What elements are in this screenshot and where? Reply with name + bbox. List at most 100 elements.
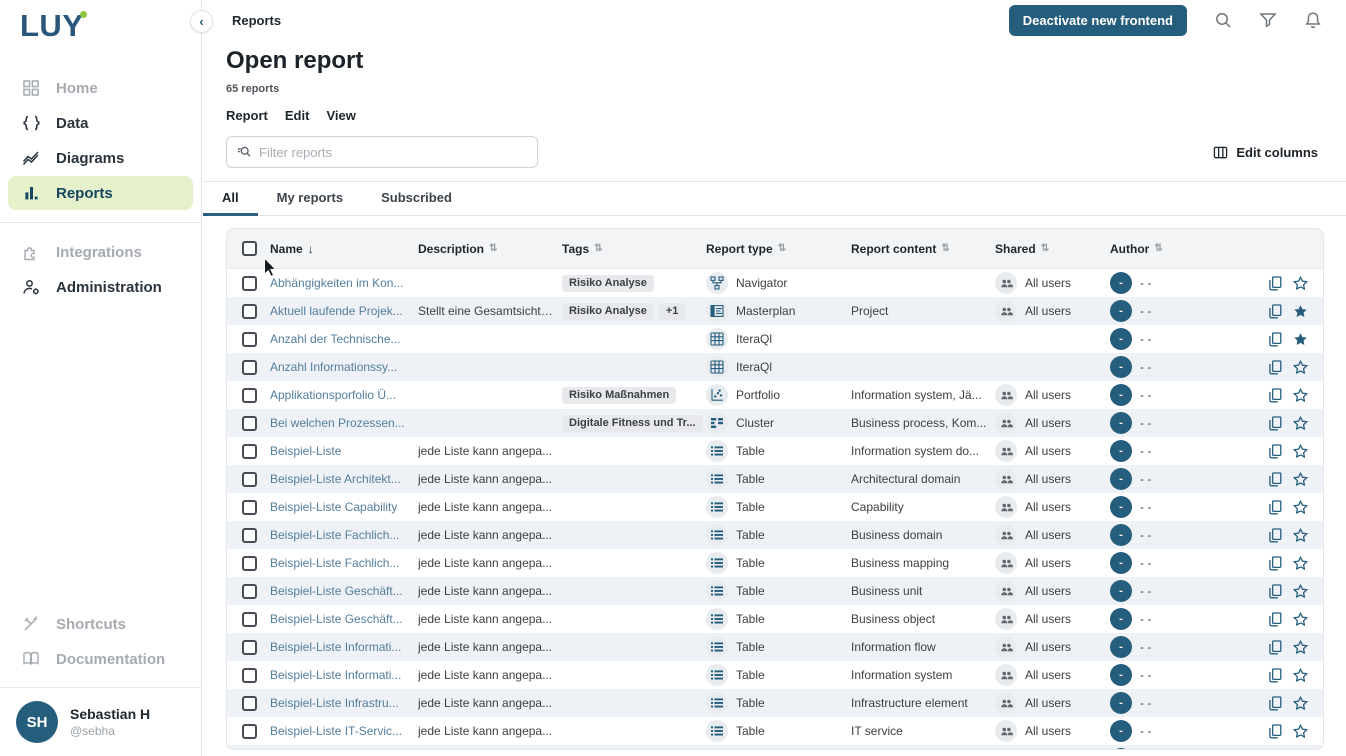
report-name-link[interactable]: Beispiel-Liste	[270, 444, 418, 458]
sidebar-item-home[interactable]: Home	[8, 71, 193, 105]
filter-reports-box[interactable]	[226, 136, 538, 168]
column-header-name[interactable]: Name↓	[270, 242, 418, 256]
row-checkbox[interactable]	[242, 472, 257, 487]
tab-subscribed[interactable]: Subscribed	[362, 182, 471, 216]
star-outline-icon[interactable]	[1293, 528, 1308, 543]
copy-icon[interactable]	[1268, 444, 1282, 459]
star-outline-icon[interactable]	[1293, 724, 1308, 739]
sidebar-item-integrations[interactable]: Integrations	[8, 235, 193, 269]
table-row[interactable]: Beispiel-Liste Geschäft...jede Liste kan…	[227, 577, 1323, 605]
row-checkbox[interactable]	[242, 556, 257, 571]
report-name-link[interactable]: Beispiel-Liste Geschäft...	[270, 612, 418, 626]
report-name-link[interactable]: Beispiel-Liste Geschäft...	[270, 584, 418, 598]
star-outline-icon[interactable]	[1293, 612, 1308, 627]
table-row[interactable]: Beispiel-Liste Fachlich...jede Liste kan…	[227, 549, 1323, 577]
report-name-link[interactable]: Anzahl der Technische...	[270, 332, 418, 346]
report-name-link[interactable]: Aktuell laufende Projek...	[270, 304, 418, 318]
table-row[interactable]: Beispiel-Liste Informati...jede Liste ka…	[227, 633, 1323, 661]
row-checkbox[interactable]	[242, 444, 257, 459]
sidebar-item-reports[interactable]: Reports	[8, 176, 193, 210]
column-header-report-content[interactable]: Report content⇅	[851, 242, 995, 256]
table-row[interactable]: Beispiel-Liste Architekt...jede Liste ka…	[227, 465, 1323, 493]
row-checkbox[interactable]	[242, 332, 257, 347]
filter-icon[interactable]	[1259, 11, 1277, 29]
star-outline-icon[interactable]	[1293, 500, 1308, 515]
row-checkbox[interactable]	[242, 584, 257, 599]
star-outline-icon[interactable]	[1293, 276, 1308, 291]
row-checkbox[interactable]	[242, 388, 257, 403]
column-header-author[interactable]: Author⇅	[1110, 242, 1254, 256]
copy-icon[interactable]	[1268, 388, 1282, 403]
report-name-link[interactable]: Beispiel-Liste Fachlich...	[270, 556, 418, 570]
search-icon[interactable]	[1214, 11, 1232, 29]
report-name-link[interactable]: Beispiel-Liste Architekt...	[270, 472, 418, 486]
table-row[interactable]: Abhängigkeiten im Kon...Risiko AnalyseNa…	[227, 269, 1323, 297]
table-row[interactable]: Applikationsporfolio Ü...Risiko Maßnahme…	[227, 381, 1323, 409]
copy-icon[interactable]	[1268, 472, 1282, 487]
star-outline-icon[interactable]	[1293, 556, 1308, 571]
star-outline-icon[interactable]	[1293, 388, 1308, 403]
report-name-link[interactable]: Beispiel-Liste Informati...	[270, 640, 418, 654]
table-row[interactable]: Beispiel-Liste Informati...jede Liste ka…	[227, 661, 1323, 689]
table-row[interactable]: -- -	[227, 745, 1323, 750]
report-name-link[interactable]: Beispiel-Liste IT-Servic...	[270, 724, 418, 738]
star-outline-icon[interactable]	[1293, 472, 1308, 487]
column-header-description[interactable]: Description⇅	[418, 242, 562, 256]
row-checkbox[interactable]	[242, 696, 257, 711]
row-checkbox[interactable]	[242, 416, 257, 431]
table-row[interactable]: Beispiel-Liste Infrastru...jede Liste ka…	[227, 689, 1323, 717]
user-profile[interactable]: SH Sebastian H @sebha	[0, 687, 201, 756]
star-outline-icon[interactable]	[1293, 360, 1308, 375]
table-row[interactable]: Anzahl Informationssy...IteraQl-- -	[227, 353, 1323, 381]
copy-icon[interactable]	[1268, 276, 1282, 291]
copy-icon[interactable]	[1268, 500, 1282, 515]
table-row[interactable]: Bei welchen Prozessen...Digitale Fitness…	[227, 409, 1323, 437]
report-name-link[interactable]: Bei welchen Prozessen...	[270, 416, 418, 430]
table-row[interactable]: Aktuell laufende Projek...Stellt eine Ge…	[227, 297, 1323, 325]
avatar[interactable]: SH	[16, 701, 58, 743]
copy-icon[interactable]	[1268, 332, 1282, 347]
report-name-link[interactable]: Abhängigkeiten im Kon...	[270, 276, 418, 290]
sidebar-item-shortcuts[interactable]: Shortcuts	[8, 607, 193, 641]
edit-columns-button[interactable]: Edit columns	[1213, 145, 1318, 160]
row-checkbox[interactable]	[242, 528, 257, 543]
copy-icon[interactable]	[1268, 724, 1282, 739]
menu-edit[interactable]: Edit	[285, 108, 310, 123]
copy-icon[interactable]	[1268, 556, 1282, 571]
copy-icon[interactable]	[1268, 304, 1282, 319]
row-checkbox[interactable]	[242, 276, 257, 291]
sidebar-item-data[interactable]: Data	[8, 106, 193, 140]
deactivate-new-frontend-button[interactable]: Deactivate new frontend	[1009, 5, 1187, 36]
report-name-link[interactable]: Beispiel-Liste Informati...	[270, 668, 418, 682]
table-row[interactable]: Beispiel-Liste Capabilityjede Liste kann…	[227, 493, 1323, 521]
star-outline-icon[interactable]	[1293, 444, 1308, 459]
sidebar-item-diagrams[interactable]: Diagrams	[8, 141, 193, 175]
report-name-link[interactable]: Beispiel-Liste Capability	[270, 500, 418, 514]
report-name-link[interactable]: Applikationsporfolio Ü...	[270, 388, 418, 402]
copy-icon[interactable]	[1268, 528, 1282, 543]
sidebar-collapse-button[interactable]: ‹	[190, 10, 213, 33]
row-checkbox[interactable]	[242, 724, 257, 739]
table-row[interactable]: Beispiel-Liste Geschäft...jede Liste kan…	[227, 605, 1323, 633]
row-checkbox[interactable]	[242, 500, 257, 515]
star-filled-icon[interactable]	[1293, 332, 1308, 347]
star-outline-icon[interactable]	[1293, 668, 1308, 683]
report-name-link[interactable]: Beispiel-Liste Fachlich...	[270, 528, 418, 542]
row-checkbox[interactable]	[242, 612, 257, 627]
table-row[interactable]: Beispiel-Liste IT-Servic...jede Liste ka…	[227, 717, 1323, 745]
column-header-shared[interactable]: Shared⇅	[995, 242, 1110, 256]
sidebar-item-documentation[interactable]: Documentation	[8, 642, 193, 676]
row-checkbox[interactable]	[242, 360, 257, 375]
table-row[interactable]: Beispiel-Listejede Liste kann angepa...T…	[227, 437, 1323, 465]
row-checkbox[interactable]	[242, 640, 257, 655]
star-outline-icon[interactable]	[1293, 584, 1308, 599]
copy-icon[interactable]	[1268, 696, 1282, 711]
copy-icon[interactable]	[1268, 612, 1282, 627]
copy-icon[interactable]	[1268, 584, 1282, 599]
copy-icon[interactable]	[1268, 640, 1282, 655]
column-header-tags[interactable]: Tags⇅	[562, 242, 706, 256]
row-checkbox[interactable]	[242, 668, 257, 683]
select-all-checkbox[interactable]	[242, 241, 257, 256]
menu-view[interactable]: View	[326, 108, 355, 123]
sidebar-item-administration[interactable]: Administration	[8, 270, 193, 304]
